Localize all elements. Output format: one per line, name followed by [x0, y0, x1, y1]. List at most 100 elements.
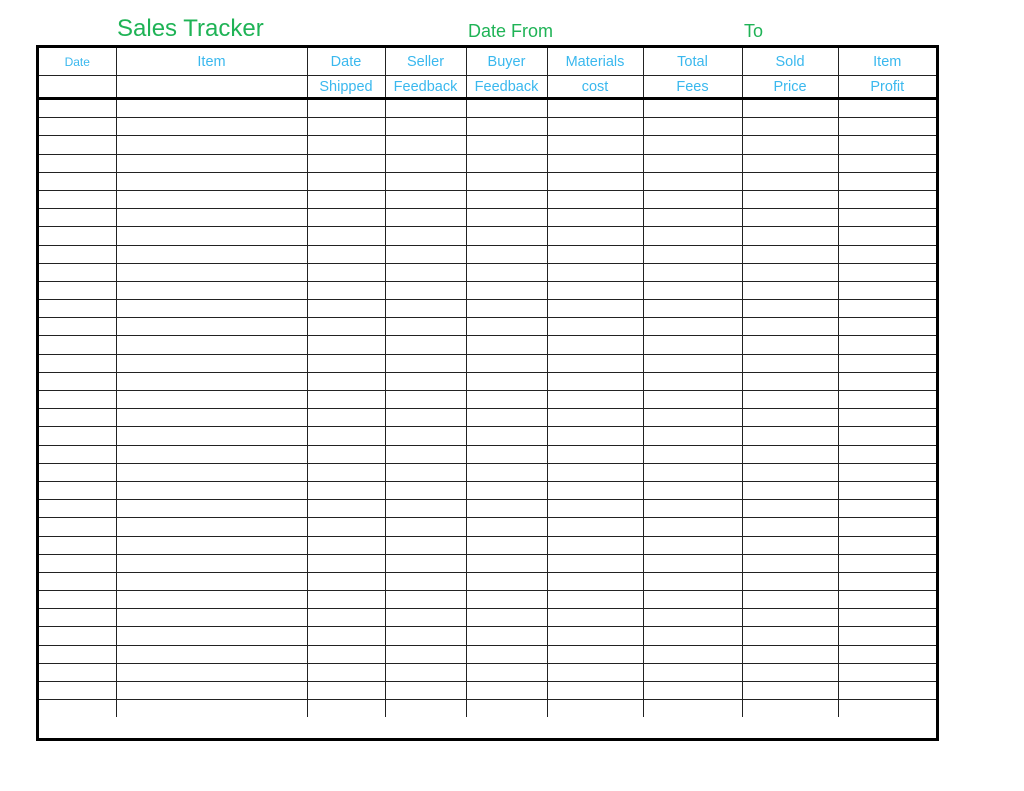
table-cell[interactable]	[837, 590, 936, 610]
table-cell[interactable]	[306, 480, 386, 501]
table-cell[interactable]	[546, 426, 644, 446]
table-cell[interactable]	[837, 117, 936, 137]
table-cell[interactable]	[642, 590, 743, 610]
table-cell[interactable]	[465, 208, 548, 228]
table-cell[interactable]	[546, 553, 644, 573]
table-cell[interactable]	[741, 153, 839, 173]
table-cell[interactable]	[39, 153, 117, 173]
table-cell[interactable]	[741, 517, 839, 537]
table-cell[interactable]	[306, 680, 386, 701]
table-cell[interactable]	[465, 280, 548, 301]
table-cell[interactable]	[465, 226, 548, 246]
table-cell[interactable]	[837, 189, 936, 210]
table-cell[interactable]	[642, 680, 743, 701]
table-cell[interactable]	[837, 226, 936, 246]
table-cell[interactable]	[39, 644, 117, 664]
table-cell[interactable]	[39, 590, 117, 610]
table-cell[interactable]	[39, 499, 117, 519]
table-cell[interactable]	[306, 535, 386, 555]
table-cell[interactable]	[642, 135, 743, 155]
table-cell[interactable]	[837, 171, 936, 191]
table-cell[interactable]	[384, 553, 467, 573]
table-cell[interactable]	[39, 699, 117, 718]
table-cell[interactable]	[741, 171, 839, 191]
table-cell[interactable]	[115, 171, 308, 191]
table-cell[interactable]	[39, 680, 117, 701]
table-cell[interactable]	[384, 262, 467, 282]
table-cell[interactable]	[741, 335, 839, 355]
table-cell[interactable]	[39, 335, 117, 355]
table-cell[interactable]	[837, 644, 936, 664]
table-cell[interactable]	[306, 517, 386, 537]
table-cell[interactable]	[837, 262, 936, 282]
table-cell[interactable]	[115, 117, 308, 137]
table-cell[interactable]	[39, 517, 117, 537]
table-cell[interactable]	[465, 499, 548, 519]
table-cell[interactable]	[39, 97, 117, 119]
table-cell[interactable]	[115, 299, 308, 319]
table-cell[interactable]	[741, 262, 839, 282]
table-cell[interactable]	[384, 389, 467, 410]
table-cell[interactable]	[465, 662, 548, 683]
table-cell[interactable]	[115, 244, 308, 264]
table-cell[interactable]	[546, 171, 644, 191]
table-cell[interactable]	[115, 353, 308, 373]
table-cell[interactable]	[465, 371, 548, 392]
table-cell[interactable]	[642, 499, 743, 519]
table-cell[interactable]	[741, 97, 839, 119]
table-cell[interactable]	[384, 226, 467, 246]
table-cell[interactable]	[465, 299, 548, 319]
table-cell[interactable]	[39, 371, 117, 392]
table-cell[interactable]	[115, 97, 308, 119]
table-cell[interactable]	[115, 408, 308, 428]
table-cell[interactable]	[837, 408, 936, 428]
table-cell[interactable]	[546, 353, 644, 373]
table-cell[interactable]	[546, 590, 644, 610]
table-cell[interactable]	[837, 499, 936, 519]
table-cell[interactable]	[115, 444, 308, 464]
table-cell[interactable]	[642, 317, 743, 337]
table-cell[interactable]	[741, 535, 839, 555]
table-cell[interactable]	[384, 353, 467, 373]
table-cell[interactable]	[642, 153, 743, 173]
table-cell[interactable]	[546, 662, 644, 683]
table-cell[interactable]	[741, 280, 839, 301]
table-cell[interactable]	[465, 135, 548, 155]
table-cell[interactable]	[642, 644, 743, 664]
table-cell[interactable]	[465, 408, 548, 428]
table-cell[interactable]	[115, 535, 308, 555]
table-cell[interactable]	[546, 517, 644, 537]
table-cell[interactable]	[306, 553, 386, 573]
table-cell[interactable]	[837, 480, 936, 501]
table-cell[interactable]	[384, 280, 467, 301]
table-cell[interactable]	[306, 644, 386, 664]
table-cell[interactable]	[546, 135, 644, 155]
table-cell[interactable]	[384, 426, 467, 446]
table-cell[interactable]	[115, 462, 308, 482]
table-cell[interactable]	[465, 244, 548, 264]
table-cell[interactable]	[39, 535, 117, 555]
table-cell[interactable]	[837, 517, 936, 537]
table-cell[interactable]	[465, 317, 548, 337]
table-cell[interactable]	[115, 499, 308, 519]
table-cell[interactable]	[642, 244, 743, 264]
table-cell[interactable]	[384, 444, 467, 464]
table-cell[interactable]	[306, 244, 386, 264]
table-cell[interactable]	[465, 389, 548, 410]
table-cell[interactable]	[741, 299, 839, 319]
table-cell[interactable]	[39, 262, 117, 282]
table-cell[interactable]	[465, 444, 548, 464]
table-cell[interactable]	[384, 153, 467, 173]
table-cell[interactable]	[741, 408, 839, 428]
table-cell[interactable]	[465, 590, 548, 610]
table-cell[interactable]	[384, 517, 467, 537]
table-cell[interactable]	[546, 480, 644, 501]
table-cell[interactable]	[546, 226, 644, 246]
table-cell[interactable]	[115, 480, 308, 501]
table-cell[interactable]	[384, 117, 467, 137]
table-cell[interactable]	[115, 662, 308, 683]
table-cell[interactable]	[384, 499, 467, 519]
table-cell[interactable]	[837, 153, 936, 173]
table-cell[interactable]	[546, 571, 644, 592]
table-cell[interactable]	[39, 317, 117, 337]
